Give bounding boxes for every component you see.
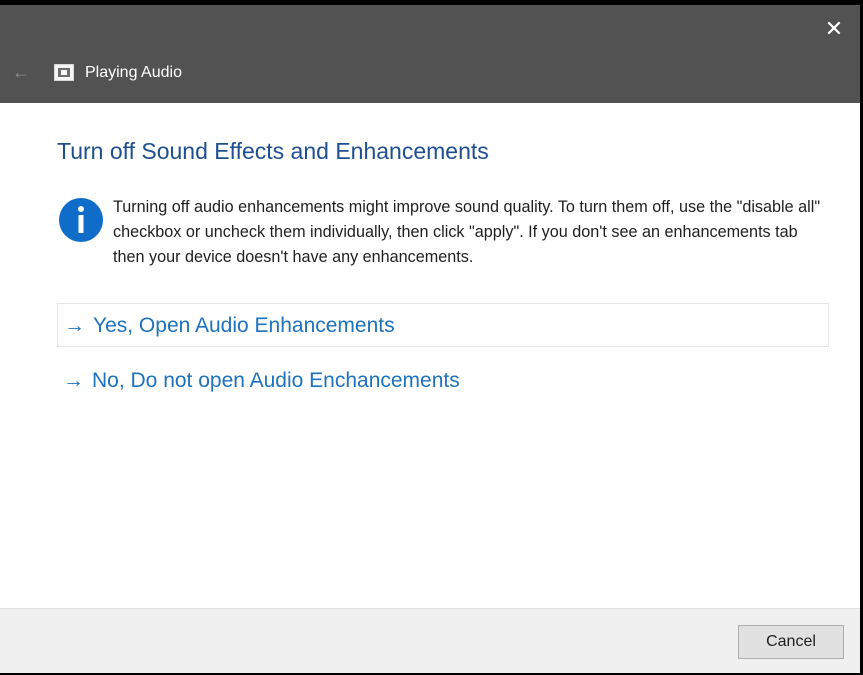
info-icon [59,198,103,242]
yes-open-enhancements-link[interactable]: → Yes, Open Audio Enhancements [57,303,829,347]
footer-bar: Cancel [0,608,860,673]
content-area: Turn off Sound Effects and Enhancements … [0,103,860,608]
audio-troubleshooter-icon [54,64,74,81]
info-message: Turning off audio enhancements might imp… [113,198,821,266]
no-do-not-open-enhancements-link[interactable]: → No, Do not open Audio Enchancements [57,359,829,403]
window-title: Playing Audio [85,64,182,81]
page-title: Turn off Sound Effects and Enhancements [57,138,489,164]
right-arrow-icon: → [63,369,84,392]
right-arrow-icon: → [64,314,85,337]
cancel-button[interactable]: Cancel [738,625,844,659]
troubleshooter-window: ✕ ← Playing Audio Turn off Sound Effects… [0,5,860,673]
close-icon[interactable]: ✕ [822,17,846,41]
option-label: Yes, Open Audio Enhancements [93,314,395,337]
option-label: No, Do not open Audio Enchancements [92,369,460,392]
back-arrow-icon[interactable]: ← [10,61,32,83]
title-bar: ✕ ← Playing Audio [0,5,860,103]
